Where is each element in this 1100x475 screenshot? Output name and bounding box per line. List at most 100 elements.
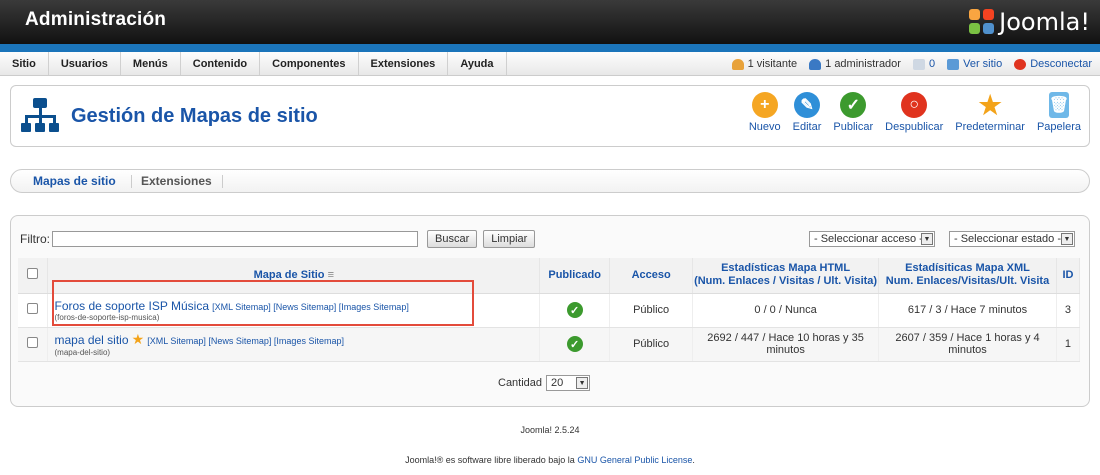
state-select-value: - Seleccionar estado - bbox=[954, 233, 1061, 245]
clear-button[interactable]: Limpiar bbox=[483, 230, 536, 248]
check-icon: ✓ bbox=[840, 92, 867, 118]
access-select[interactable]: - Seleccionar acceso - ▼ bbox=[809, 231, 935, 247]
admins-label: 1 administrador bbox=[825, 58, 901, 70]
messages-count[interactable]: 0 bbox=[929, 52, 935, 76]
chevron-down-icon: ▼ bbox=[1061, 233, 1073, 245]
published-cell: ✓ bbox=[539, 327, 611, 362]
screen-icon bbox=[947, 58, 960, 70]
limit-select-value: 20 bbox=[551, 377, 564, 389]
limit-select[interactable]: 20 ▼ bbox=[546, 375, 591, 391]
visitors-label: 1 visitante bbox=[747, 58, 798, 70]
menu-sitio[interactable]: Sitio bbox=[0, 52, 49, 75]
html-stats-cell: 0 / 0 / Nunca bbox=[692, 293, 880, 328]
menu-usuarios[interactable]: Usuarios bbox=[49, 52, 121, 75]
new-label: Nuevo bbox=[748, 121, 781, 133]
user-icon bbox=[731, 58, 744, 70]
filter-bar: Filtro: Buscar Limpiar bbox=[20, 230, 536, 248]
default-button[interactable]: ★ Predeterminar bbox=[955, 89, 1025, 134]
filter-input[interactable] bbox=[52, 231, 418, 247]
chevron-down-icon: ▼ bbox=[921, 233, 933, 245]
publish-button[interactable]: ✓ Publicar bbox=[833, 92, 873, 133]
license-suffix: . bbox=[692, 455, 695, 465]
row-checkbox[interactable] bbox=[27, 303, 39, 314]
menu-contenido[interactable]: Contenido bbox=[181, 52, 261, 75]
license-text: Joomla!® es software libre liberado bajo… bbox=[0, 455, 1100, 465]
access-cell: Público bbox=[609, 327, 694, 362]
joomla-logo-text: Joomla! bbox=[999, 8, 1090, 36]
license-link[interactable]: GNU General Public License bbox=[577, 455, 692, 465]
state-select[interactable]: - Seleccionar estado - ▼ bbox=[949, 231, 1075, 247]
row-select-cell bbox=[18, 293, 49, 328]
sitemap-formats-links[interactable]: [XML Sitemap] [News Sitemap] [Images Sit… bbox=[147, 336, 344, 346]
trash-label: Papelera bbox=[1036, 121, 1081, 133]
col-html-stats: Estadísticas Mapa HTML (Num. Enlaces / Vi… bbox=[692, 258, 880, 294]
col-id[interactable]: ID bbox=[1056, 258, 1081, 294]
col-published[interactable]: Publicado bbox=[539, 258, 611, 294]
tab-divider bbox=[131, 175, 132, 188]
admins-status: 1 administrador bbox=[809, 52, 901, 76]
joomla-logo-icon bbox=[969, 9, 995, 35]
sitemap-icon bbox=[21, 98, 59, 134]
publish-label: Publicar bbox=[833, 121, 874, 133]
chevron-down-icon: ▼ bbox=[576, 377, 589, 389]
menu-componentes[interactable]: Componentes bbox=[260, 52, 359, 75]
id-cell: 1 bbox=[1056, 327, 1081, 362]
tab-extensiones[interactable]: Extensiones bbox=[141, 174, 212, 188]
xml-stats-cell: 2607 / 359 / Hace 1 horas y 4 minutos bbox=[878, 327, 1057, 362]
status-bar: 1 visitante 1 administrador 0 Ver sitio … bbox=[731, 52, 1092, 76]
power-icon bbox=[1014, 58, 1027, 70]
pagination-limit: Cantidad 20 ▼ bbox=[498, 375, 591, 391]
plus-icon: + bbox=[751, 92, 778, 118]
published-check-icon[interactable]: ✓ bbox=[566, 336, 583, 352]
logout-label[interactable]: Desconectar bbox=[1030, 52, 1092, 76]
col-access[interactable]: Acceso bbox=[609, 258, 694, 294]
menu-ayuda[interactable]: Ayuda bbox=[448, 52, 507, 75]
new-button[interactable]: + Nuevo bbox=[749, 92, 781, 133]
unpublish-label: Despublicar bbox=[885, 121, 944, 133]
default-star-icon[interactable]: ★ bbox=[132, 331, 145, 347]
toolbar-buttons: + Nuevo ✎ Editar ✓ Publicar ○ Despublicar ★ P… bbox=[749, 89, 1081, 134]
col-map-label[interactable]: Mapa de Sitio bbox=[254, 269, 325, 281]
row-checkbox[interactable] bbox=[27, 337, 39, 348]
unpublish-button[interactable]: ○ Despublicar bbox=[885, 92, 943, 133]
sort-icon: ≡ bbox=[327, 268, 335, 281]
access-cell: Público bbox=[609, 293, 694, 328]
menu-menus[interactable]: Menús bbox=[121, 52, 181, 75]
sitemap-name-cell: mapa del sitio ★ [XML Sitemap] [News Sit… bbox=[47, 327, 541, 362]
col-html-stats-label: Estadísticas Mapa HTML bbox=[721, 262, 851, 275]
view-site-label[interactable]: Ver sitio bbox=[963, 52, 1002, 76]
page-title: Gestión de Mapas de sitio bbox=[71, 104, 318, 127]
published-cell: ✓ bbox=[539, 293, 611, 328]
license-prefix: Joomla!® es software libre liberado bajo… bbox=[405, 455, 575, 465]
xml-stats-cell: 617 / 3 / Hace 7 minutos bbox=[878, 293, 1057, 328]
edit-label: Editar bbox=[792, 121, 822, 133]
admin-title: Administración bbox=[25, 9, 167, 30]
version-text: Joomla! 2.5.24 bbox=[520, 425, 580, 435]
col-xml-stats: Estadísiticas Mapa XML Num. Enlaces/Visit… bbox=[878, 258, 1057, 294]
menu-extensiones[interactable]: Extensiones bbox=[359, 52, 449, 75]
select-all-checkbox[interactable] bbox=[27, 267, 39, 279]
star-icon: ★ bbox=[978, 89, 1002, 120]
search-button[interactable]: Buscar bbox=[427, 230, 478, 248]
html-stats-cell: 2692 / 447 / Hace 10 horas y 35 minutos bbox=[692, 327, 880, 362]
messages-status[interactable]: 0 bbox=[912, 52, 935, 76]
edit-button[interactable]: ✎ Editar bbox=[792, 92, 822, 133]
trash-button[interactable]: 🗑 Papelera bbox=[1037, 92, 1081, 133]
published-check-icon[interactable]: ✓ bbox=[566, 302, 583, 318]
toolbar-panel: Gestión de Mapas de sitio + Nuevo ✎ Editar… bbox=[10, 85, 1090, 147]
col-xml-stats-sub: Num. Enlaces/Visitas/Ult. Visita bbox=[885, 275, 1050, 288]
admin-header: Administración Joomla! bbox=[0, 0, 1100, 44]
main-menu: Sitio Usuarios Menús Contenido Component… bbox=[0, 52, 1100, 76]
col-xml-stats-label: Estadísiticas Mapa XML bbox=[905, 262, 1030, 275]
logout-link[interactable]: Desconectar bbox=[1014, 52, 1092, 76]
access-select-value: - Seleccionar acceso - bbox=[814, 233, 923, 245]
trash-icon: 🗑 bbox=[1049, 92, 1069, 118]
joomla-logo: Joomla! bbox=[969, 7, 1090, 37]
id-cell: 3 bbox=[1056, 293, 1081, 328]
admin-user-icon bbox=[809, 58, 822, 70]
view-site-link[interactable]: Ver sitio bbox=[947, 52, 1002, 76]
tab-mapas-de-sitio[interactable]: Mapas de sitio bbox=[33, 174, 116, 188]
sitemap-alias: (mapa-del-sitio) bbox=[54, 348, 111, 357]
sitemap-link[interactable]: mapa del sitio bbox=[54, 333, 128, 347]
default-label: Predeterminar bbox=[955, 121, 1025, 133]
